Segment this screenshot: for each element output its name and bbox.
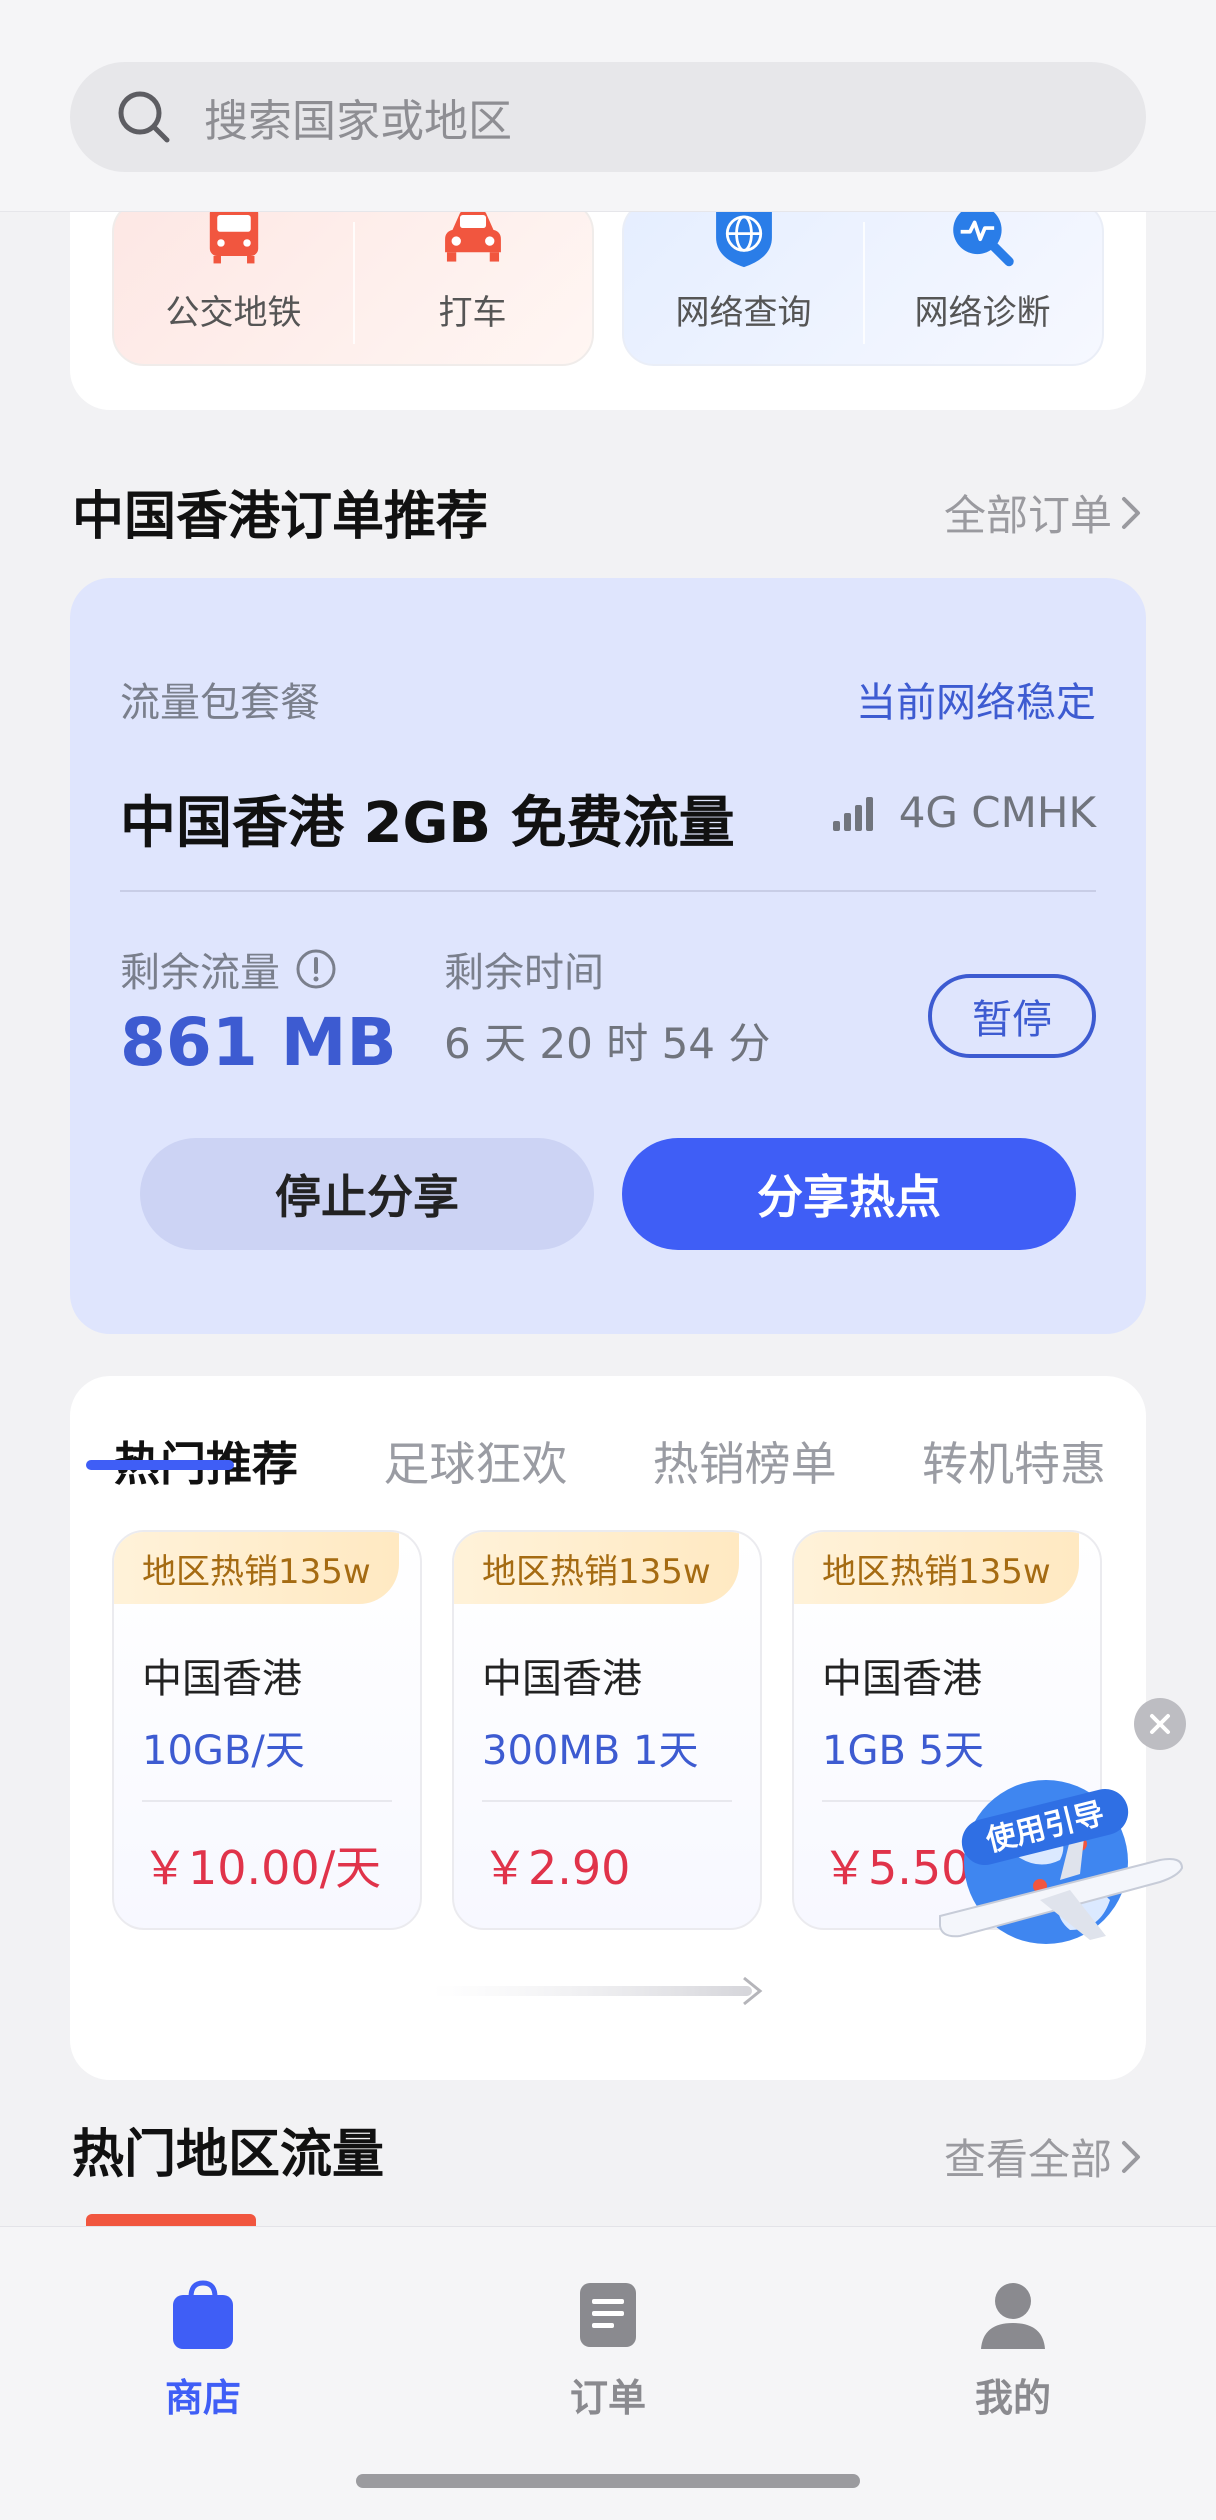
orders-section-title: 中国香港订单推荐	[72, 487, 489, 547]
service-label: 网络诊断	[914, 293, 1051, 333]
nav-orders[interactable]: 订单	[498, 2277, 718, 2422]
service-bus-metro[interactable]: 公交地铁	[114, 202, 353, 364]
all-orders-label: 全部订单	[943, 491, 1112, 540]
order-card: 流量包套餐 当前网络稳定 中国香港 2GB 免费流量 4G CMHK 剩余流量 …	[70, 578, 1146, 1334]
active-tab-indicator	[86, 1460, 234, 1470]
product-card[interactable]: 地区热销135w 中国香港 300MB 1天 ￥2.90	[452, 1530, 762, 1930]
scroll-more-arrow-icon	[432, 1976, 763, 2006]
product-region: 中国香港	[482, 1656, 642, 1702]
sales-badge: 地区热销135w	[454, 1532, 739, 1604]
recommend-tabs: 热门推荐 足球狂欢 热销榜单 转机特惠	[114, 1428, 1106, 1494]
transport-services: 公交地铁 打车	[112, 200, 594, 366]
sales-badge: 地区热销135w	[794, 1532, 1079, 1604]
signal-icon	[832, 796, 873, 831]
divider	[482, 1800, 732, 1802]
search-placeholder: 搜索国家或地区	[204, 96, 512, 147]
divider	[120, 890, 1096, 892]
all-orders-link[interactable]: 全部订单	[944, 482, 1146, 543]
view-all-label: 查看全部	[943, 2135, 1112, 2184]
product-package: 300MB 1天	[482, 1728, 699, 1774]
service-label: 打车	[438, 293, 507, 333]
nav-label: 我的	[974, 2376, 1051, 2420]
product-region: 中国香港	[822, 1656, 982, 1702]
hot-regions-title: 热门地区流量	[72, 2125, 385, 2185]
search-input[interactable]: 搜索国家或地区	[70, 62, 1146, 172]
close-icon	[1150, 1714, 1170, 1734]
sales-badge: 地区热销135w	[114, 1532, 399, 1604]
pause-button[interactable]: 暂停	[928, 974, 1096, 1058]
product-region: 中国香港	[142, 1656, 302, 1702]
order-doc-icon	[580, 2283, 636, 2347]
globe-plane-icon: 使用引导	[939, 1780, 1184, 1944]
nav-label: 订单	[569, 2376, 646, 2420]
search-icon	[118, 91, 170, 143]
shopping-bag-icon	[173, 2280, 233, 2349]
network-label: 4G CMHK	[898, 788, 1096, 837]
product-price: ￥2.90	[482, 1841, 631, 1895]
tab-bestsellers[interactable]: 热销榜单	[653, 1428, 837, 1494]
network-status: 当前网络稳定	[856, 680, 1096, 726]
globe-shield-icon	[715, 203, 772, 268]
person-icon	[981, 2283, 1045, 2349]
remaining-time-value: 6 天 20 时 54 分	[444, 1019, 771, 1068]
order-type: 流量包套餐	[120, 680, 320, 726]
nav-store[interactable]: 商店	[93, 2277, 313, 2422]
product-card[interactable]: 地区热销135w 中国香港 10GB/天 ￥10.00/天	[112, 1530, 422, 1930]
tab-football[interactable]: 足球狂欢	[383, 1428, 567, 1494]
service-label: 网络查询	[675, 293, 812, 333]
order-title: 中国香港 2GB 免费流量	[120, 791, 735, 856]
remaining-data-value: 861 MB	[120, 1004, 397, 1081]
info-icon[interactable]	[294, 947, 338, 991]
network-info: 4G CMHK	[831, 788, 1096, 837]
region-card-peek	[86, 2214, 256, 2226]
car-icon	[444, 209, 501, 262]
remaining-time-label: 剩余时间	[444, 950, 604, 996]
stop-share-button[interactable]: 停止分享	[140, 1138, 594, 1250]
network-diagnose-icon	[952, 205, 1014, 267]
share-hotspot-button[interactable]: 分享热点	[622, 1138, 1076, 1250]
product-price: ￥10.00/天	[142, 1841, 382, 1895]
tab-transfer-deals[interactable]: 转机特惠	[922, 1428, 1106, 1494]
view-all-link[interactable]: 查看全部	[944, 2126, 1146, 2187]
remaining-data-text: 剩余流量	[120, 950, 280, 996]
service-network-query[interactable]: 网络查询	[624, 202, 863, 364]
service-taxi[interactable]: 打车	[353, 202, 592, 364]
divider	[142, 1800, 392, 1802]
top-search-bar: 搜索国家或地区	[0, 0, 1216, 212]
bus-icon	[209, 205, 258, 264]
network-services: 网络查询 网络诊断	[622, 200, 1104, 366]
nav-label: 商店	[164, 2376, 241, 2420]
home-indicator[interactable]	[356, 2474, 860, 2488]
chevron-right-icon	[1122, 2140, 1140, 2173]
remaining-data-label: 剩余流量	[120, 940, 338, 998]
product-package: 10GB/天	[142, 1728, 305, 1774]
chevron-right-icon	[1122, 496, 1140, 529]
service-network-diagnose[interactable]: 网络诊断	[863, 202, 1102, 364]
service-label: 公交地铁	[165, 293, 302, 333]
nav-profile[interactable]: 我的	[903, 2277, 1123, 2422]
usage-guide-widget[interactable]: 使用引导	[920, 1740, 1210, 1980]
